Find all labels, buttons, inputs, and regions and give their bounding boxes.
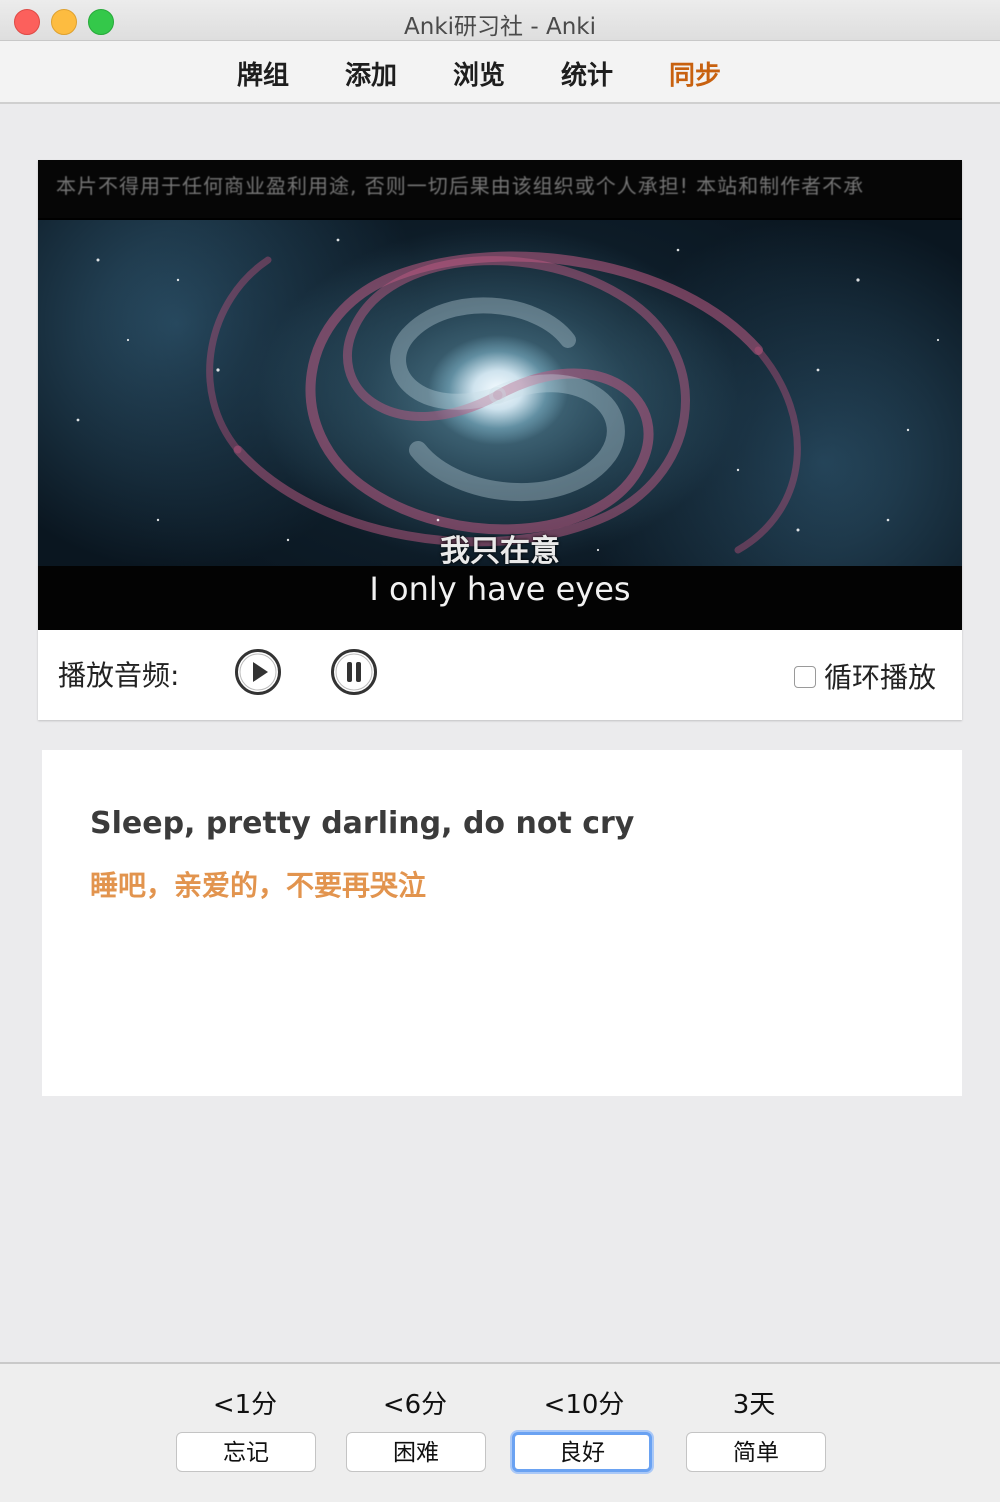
interval-easy: 3天	[732, 1390, 776, 1420]
interval-good: <10分	[543, 1390, 625, 1420]
card-chinese-text: 睡吧，亲爱的，不要再哭泣	[90, 869, 427, 902]
toolbar-stats[interactable]: 统计	[561, 55, 613, 92]
toolbar-sync[interactable]: 同步	[669, 55, 721, 92]
pause-icon[interactable]	[330, 648, 378, 696]
video-frame: 本片不得用于任何商业盈利用途, 否则一切后果由该组织或个人承担! 本站和制作者不…	[38, 160, 962, 630]
video-top-band: 本片不得用于任何商业盈利用途, 否则一切后果由该组织或个人承担! 本站和制作者不…	[38, 160, 962, 218]
card-english-text: Sleep, pretty darling, do not cry	[90, 806, 635, 841]
loop-checkbox[interactable]	[794, 666, 816, 688]
again-button[interactable]: 忘记	[176, 1432, 316, 1472]
answer-bar: <1分 <6分 <10分 3天 忘记 困难 良好 简单	[0, 1362, 1000, 1502]
easy-button[interactable]: 简单	[686, 1432, 826, 1472]
toolbar-add[interactable]: 添加	[345, 55, 397, 92]
good-button[interactable]: 良好	[512, 1432, 652, 1472]
card-panel: Sleep, pretty darling, do not cry 睡吧，亲爱的…	[42, 750, 962, 1096]
loop-label: 循环播放	[824, 661, 937, 694]
audio-label: 播放音频:	[58, 659, 180, 692]
subtitle-english: I only have eyes	[369, 570, 631, 608]
interval-hard: <6分	[382, 1390, 448, 1420]
toolbar-decks[interactable]: 牌组	[237, 55, 289, 92]
hard-button[interactable]: 困难	[346, 1432, 486, 1472]
media-panel: 本片不得用于任何商业盈利用途, 否则一切后果由该组织或个人承担! 本站和制作者不…	[38, 160, 962, 720]
main-toolbar: 牌组 添加 浏览 统计 同步	[0, 41, 1000, 104]
toolbar-browse[interactable]: 浏览	[453, 55, 505, 92]
interval-again: <1分	[212, 1390, 278, 1420]
video-watermark: 本片不得用于任何商业盈利用途, 否则一切后果由该组织或个人承担! 本站和制作者不…	[56, 174, 865, 198]
audio-controls: 播放音频: 循环播放	[38, 630, 962, 720]
galaxy-image	[38, 220, 962, 566]
subtitle-chinese: 我只在意	[440, 534, 560, 569]
window-title: Anki研习社 - Anki	[404, 14, 596, 40]
galaxy-arms	[76, 238, 940, 554]
play-icon[interactable]	[234, 648, 282, 696]
title-bar: Anki研习社 - Anki	[0, 0, 1000, 41]
